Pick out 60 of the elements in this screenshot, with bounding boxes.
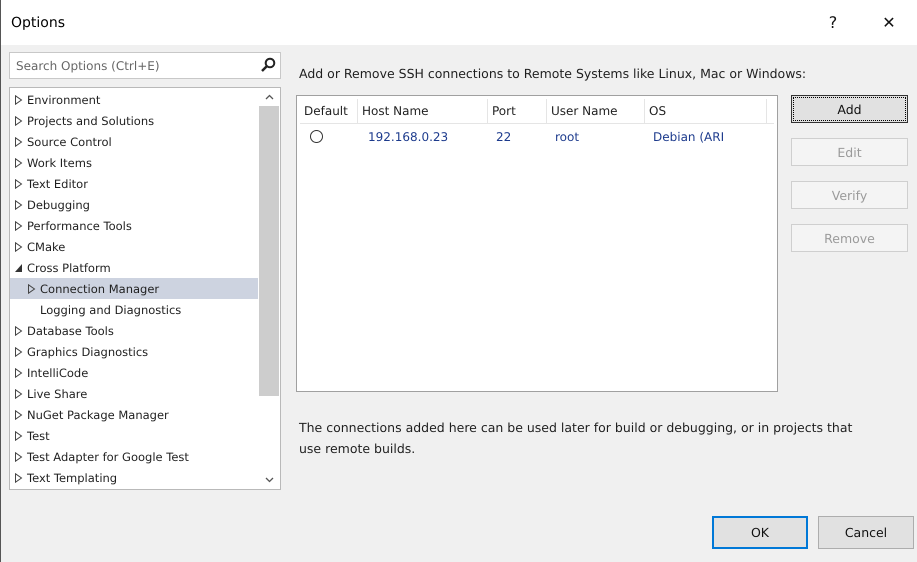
tree-item[interactable]: Work Items [10,152,258,173]
column-header[interactable]: OS [645,99,767,123]
tree-item[interactable]: Graphics Diagnostics [10,341,258,362]
tree-item[interactable]: IntelliCode [10,362,258,383]
collapsed-arrow-icon[interactable] [14,220,23,230]
scroll-down-icon[interactable] [264,477,274,483]
collapsed-arrow-icon[interactable] [14,452,23,462]
tree-item[interactable]: CMake [10,236,258,257]
tree-item[interactable]: Test Adapter for Google Test [10,446,258,467]
tree-item[interactable]: Text Editor [10,173,258,194]
action-button[interactable]: Add [791,95,908,123]
default-radio[interactable] [310,130,323,143]
tree-item[interactable]: Logging and Diagnostics [10,299,258,320]
collapsed-arrow-icon[interactable] [14,200,23,210]
collapsed-arrow-icon[interactable] [14,346,23,356]
collapsed-arrow-icon[interactable] [14,136,23,146]
collapsed-arrow-icon[interactable] [14,178,23,188]
collapsed-arrow-icon[interactable] [14,430,23,440]
table-cell-text: Debian (ARI [652,130,726,144]
collapsed-arrow-icon[interactable] [14,472,23,482]
window-title: Options [11,14,66,30]
collapsed-arrow-icon[interactable] [27,284,36,294]
collapsed-arrow-icon[interactable] [14,116,23,126]
collapsed-arrow-icon[interactable] [14,94,23,104]
tree-item[interactable]: Text Templating [10,467,258,488]
tree-item[interactable]: Source Control [10,131,258,152]
search-icon [260,57,276,73]
tree-item[interactable]: Live Share [10,383,258,404]
note-text: The connections added here can be used later for build or debugging, or in projects that use remote builds. [299,419,854,458]
tree-item[interactable]: Cross Platform [10,257,258,278]
collapsed-arrow-icon[interactable] [14,158,23,168]
help-button[interactable]: ? [805,0,861,45]
scroll-up-icon[interactable] [264,94,274,100]
table-cell-text: 192.168.0.23 [367,130,450,144]
tree-item[interactable]: NuGet Package Manager [10,404,258,425]
collapsed-arrow-icon[interactable] [14,410,23,420]
collapsed-arrow-icon[interactable] [14,242,23,252]
expanded-arrow-icon[interactable] [14,262,23,272]
column-header[interactable]: Port [488,99,547,123]
instructions-text: Add or Remove SSH connections to Remote Systems like Linux, Mac or Windows: [299,66,808,81]
tree-item[interactable]: Environment [10,89,258,110]
dialog-button[interactable]: Cancel [818,516,914,549]
table-cell-text: 22 [495,130,512,144]
tree-item[interactable]: Debugging [10,194,258,215]
dialog-button[interactable]: OK [712,516,808,549]
table-cell-text: root [554,130,580,144]
collapsed-arrow-icon[interactable] [14,368,23,378]
search-field[interactable]: Search Options (Ctrl+E) [9,52,281,79]
tree-item[interactable]: Connection Manager [10,278,258,299]
column-header[interactable]: Default [300,99,358,123]
tree-item[interactable]: Performance Tools [10,215,258,236]
collapsed-arrow-icon[interactable] [14,388,23,398]
collapsed-arrow-icon[interactable] [14,326,23,336]
column-header[interactable]: User Name [547,99,645,123]
tree-item[interactable]: Test [10,425,258,446]
tree-item[interactable]: Database Tools [10,320,258,341]
tree-item[interactable]: Projects and Solutions [10,110,258,131]
column-header[interactable]: Host Name [358,99,488,123]
close-button[interactable]: ✕ [861,0,917,45]
scroll-thumb[interactable] [259,106,279,396]
